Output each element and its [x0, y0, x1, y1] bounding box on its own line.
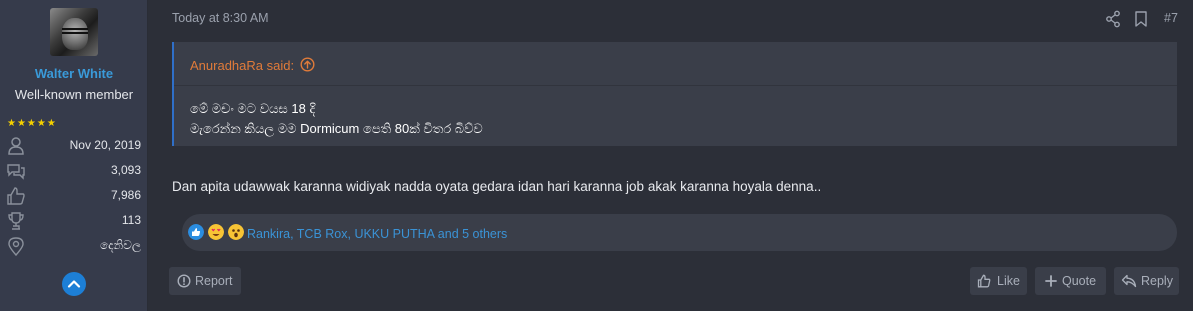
alert-icon — [177, 274, 191, 288]
love-eyes-reaction-icon — [208, 224, 224, 240]
post-date[interactable]: Today at 8:30 AM — [172, 11, 269, 25]
post-number[interactable]: #7 — [1164, 11, 1178, 25]
map-pin-icon — [8, 237, 24, 256]
quote-line: මේ මචං මට වයස 18 දි — [190, 101, 316, 116]
report-label: Report — [195, 274, 233, 288]
quote-button[interactable]: Quote — [1035, 267, 1106, 295]
reply-button[interactable]: Reply — [1114, 267, 1179, 295]
stat-location: දෙනිවල — [0, 236, 148, 256]
report-button[interactable]: Report — [169, 267, 241, 295]
chevron-up-icon — [67, 280, 81, 288]
quote-block: AnuradhaRa said: මේ මචං මට වයස 18 දි මැර… — [172, 42, 1177, 146]
quote-label: Quote — [1062, 274, 1097, 288]
thumbs-up-icon — [7, 187, 25, 205]
points: 113 — [121, 213, 141, 227]
quote-body: මේ මචං මට වයස 18 දි මැරෙන්න කියල මම Dorm… — [190, 99, 483, 139]
user-title: Well-known member — [14, 87, 134, 102]
messages-icon — [7, 164, 25, 180]
bookmark-icon[interactable] — [1134, 10, 1148, 28]
reactions-users[interactable]: Rankira, TCB Rox, UKKU PUTHA and 5 other… — [247, 227, 507, 241]
reply-label: Reply — [1141, 274, 1173, 288]
user-icon — [8, 137, 24, 155]
avatar[interactable] — [50, 8, 98, 56]
quote-line: මැරෙන්න කියල මම Dormicum පෙති 80ක් විතර … — [190, 121, 483, 136]
stat-reaction-score: 7,986 — [0, 186, 148, 206]
like-button[interactable]: Like — [970, 267, 1027, 295]
rating-stars: ★★★★★ — [7, 118, 57, 129]
location[interactable]: දෙනිවල — [100, 238, 141, 253]
thumbs-up-icon — [977, 274, 991, 288]
quote-author[interactable]: AnuradhaRa said: — [190, 58, 294, 73]
scroll-up-button[interactable] — [62, 272, 86, 296]
stat-points: 113 — [0, 211, 148, 231]
joined-date: Nov 20, 2019 — [69, 138, 141, 152]
username[interactable]: Walter White — [0, 66, 148, 81]
arrow-up-circle-icon[interactable] — [300, 57, 315, 72]
reply-icon — [1121, 274, 1137, 288]
stat-joined: Nov 20, 2019 — [0, 136, 148, 156]
share-icon[interactable] — [1105, 10, 1121, 28]
author-sidebar: Walter White Well-known member ★★★★★ Nov… — [0, 0, 148, 311]
like-reaction-icon — [188, 224, 204, 240]
message-text: Dan apita udawwak karanna widiyak nadda … — [172, 179, 822, 194]
quote-header: AnuradhaRa said: — [174, 42, 1177, 86]
post-tools: #7 — [1105, 10, 1185, 28]
like-label: Like — [997, 274, 1020, 288]
reaction-score: 7,986 — [110, 188, 141, 202]
plus-icon — [1045, 275, 1057, 287]
trophy-icon — [8, 212, 24, 230]
messages-count: 3,093 — [110, 163, 141, 177]
stat-messages: 3,093 — [0, 161, 148, 181]
wow-reaction-icon — [228, 224, 244, 240]
reactions-bar[interactable]: Rankira, TCB Rox, UKKU PUTHA and 5 other… — [182, 214, 1177, 251]
